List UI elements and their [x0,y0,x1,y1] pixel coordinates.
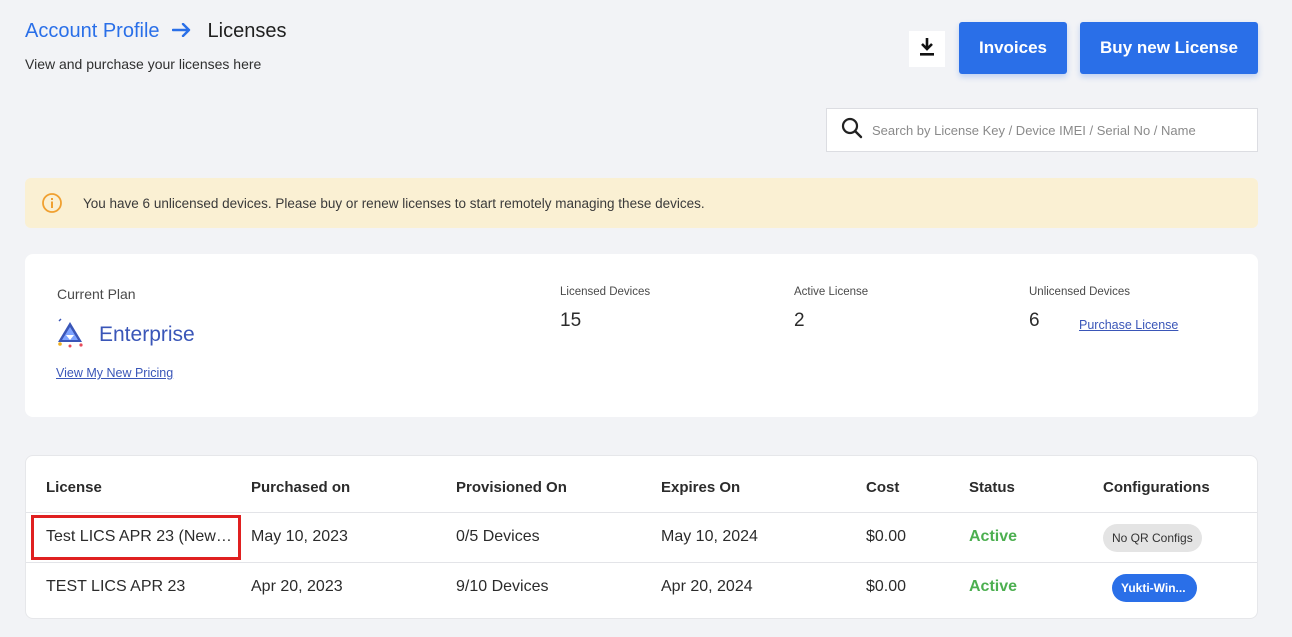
arrow-right-icon [171,20,192,43]
header-purchased-on: Purchased on [251,479,351,496]
current-plan-label: Current Plan [57,286,136,302]
purchased-on-cell: May 10, 2023 [251,528,348,545]
page-subtitle: View and purchase your licenses here [25,56,262,72]
purchase-license-link[interactable]: Purchase License [1079,318,1178,332]
active-license-label: Active License [794,286,869,298]
provisioned-on-cell: 9/10 Devices [456,578,549,595]
cost-cell: $0.00 [866,578,907,595]
search-input[interactable] [872,122,1252,138]
header-cost: Cost [866,479,900,496]
info-icon [41,192,63,214]
cost-cell: $0.00 [866,528,907,545]
table-row[interactable]: TEST LICS APR 23 Apr 20, 2023 9/10 Devic… [26,563,1257,613]
enterprise-plan-icon [55,316,85,353]
current-plan-card: Current Plan Enterprise View My New Pric… [25,254,1258,417]
invoices-button[interactable]: Invoices [959,22,1067,74]
licensed-devices-stat: Licensed Devices 15 [560,286,650,332]
breadcrumb: Account Profile Licenses [25,20,286,43]
search-box[interactable] [826,108,1258,152]
license-name-cell[interactable]: TEST LICS APR 23 [46,578,185,596]
header-license: License [46,479,102,496]
licensed-devices-label: Licensed Devices [560,286,651,298]
unlicensed-devices-label: Unlicensed Devices [1029,286,1130,298]
header-configurations: Configurations [1103,479,1210,496]
config-chip[interactable]: Yukti-Win... [1112,574,1197,602]
config-chip[interactable]: No QR Configs [1103,524,1202,552]
licenses-table: License Purchased on Provisioned On Expi… [25,455,1258,619]
purchased-on-cell: Apr 20, 2023 [251,578,343,595]
page-title: Licenses [207,20,287,42]
status-badge: Active [969,578,1018,595]
search-icon [841,117,863,144]
view-my-new-pricing-link[interactable]: View My New Pricing [56,366,173,380]
active-license-value: 2 [794,310,805,331]
header-status: Status [969,479,1015,496]
header-provisioned-on: Provisioned On [456,479,567,496]
licensed-devices-value: 15 [560,310,582,331]
expires-on-cell: May 10, 2024 [661,528,758,545]
download-button[interactable] [909,31,945,67]
plan-name-row: Enterprise [55,316,195,353]
unlicensed-alert: You have 6 unlicensed devices. Please bu… [25,178,1258,228]
table-header: License Purchased on Provisioned On Expi… [26,456,1257,513]
license-name-cell[interactable]: Test LICS APR 23 (New… [46,528,232,546]
alert-text: You have 6 unlicensed devices. Please bu… [83,195,705,211]
table-row[interactable]: Test LICS APR 23 (New… May 10, 2023 0/5 … [26,513,1257,563]
expires-on-cell: Apr 20, 2024 [661,578,753,595]
header-expires-on: Expires On [661,479,741,496]
breadcrumb-account-profile-link[interactable]: Account Profile [25,20,160,43]
buy-new-license-button[interactable]: Buy new License [1080,22,1258,74]
provisioned-on-cell: 0/5 Devices [456,528,540,545]
plan-name: Enterprise [99,322,195,346]
download-icon [918,37,936,62]
active-license-stat: Active License 2 [794,286,868,332]
status-badge: Active [969,528,1018,545]
